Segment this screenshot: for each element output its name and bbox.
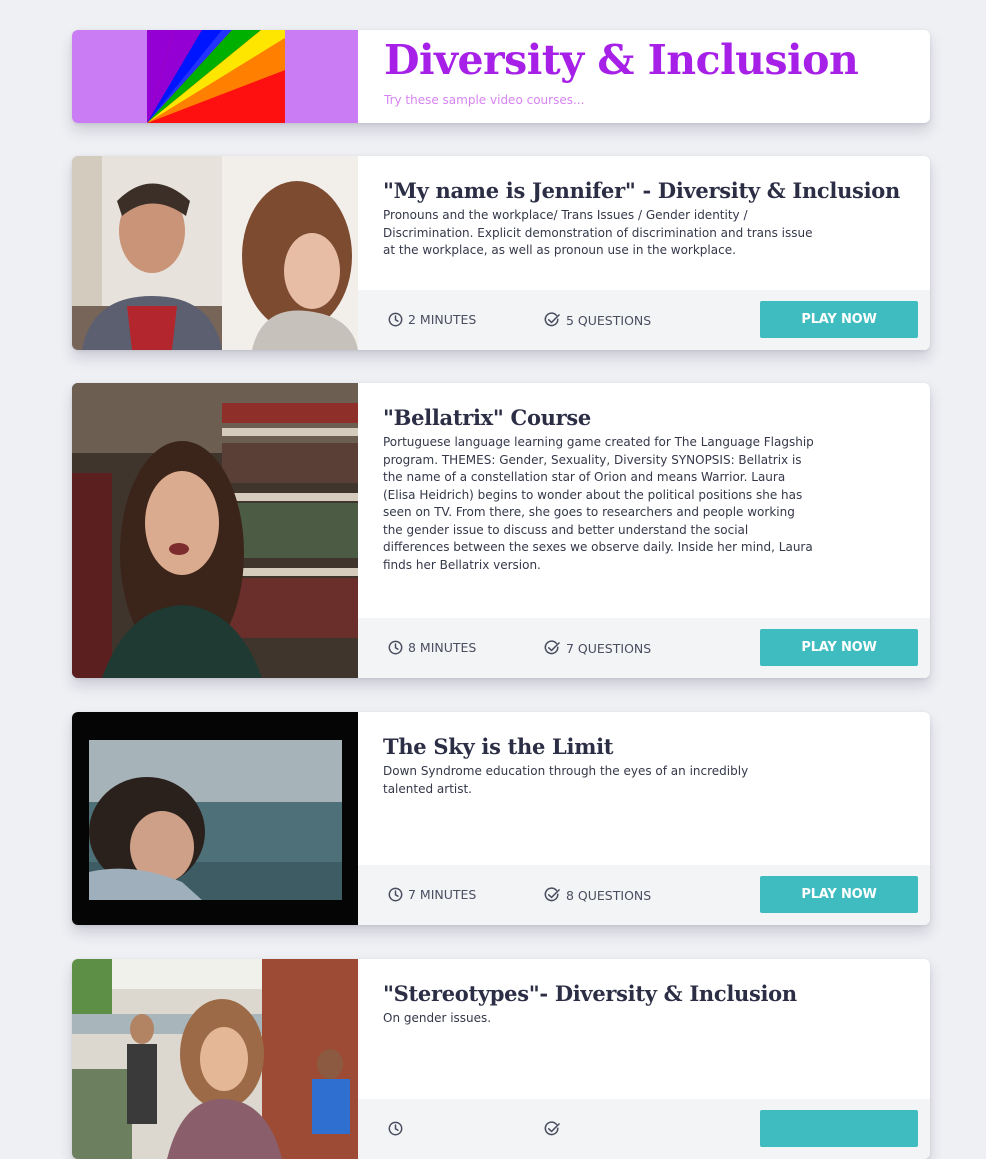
check-circle-icon xyxy=(544,1121,560,1136)
course-title: "Stereotypes"- Diversity & Inclusion xyxy=(383,981,797,1006)
course-description: Portuguese language learning game create… xyxy=(383,435,814,572)
course-description: Pronouns and the workplace/ Trans Issues… xyxy=(383,208,813,257)
course-description: Down Syndrome education through the eyes… xyxy=(383,764,749,796)
play-now-button[interactable]: PLAY NOW xyxy=(760,629,918,666)
course-card: The Sky is the Limit Down Syndrome educa… xyxy=(72,712,930,925)
play-now-button[interactable]: PLAY NOW xyxy=(760,301,918,338)
course-title: The Sky is the Limit xyxy=(383,734,614,759)
rainbow-logo-icon xyxy=(147,30,285,123)
question-label: 5 QUESTIONS xyxy=(566,312,652,328)
header-card: Diversity & Inclusion Try these sample v… xyxy=(72,30,930,123)
duration: 8 MINUTES xyxy=(388,640,476,655)
course-thumbnail[interactable] xyxy=(72,959,358,1159)
duration: 2 MINUTES xyxy=(388,312,476,327)
course-footer xyxy=(358,1099,930,1159)
course-footer: 2 MINUTES 5 QUESTIONS PLAY NOW xyxy=(358,290,930,350)
duration-label: 8 MINUTES xyxy=(408,640,477,655)
question-count: 7 QUESTIONS xyxy=(544,640,651,656)
check-circle-icon xyxy=(544,312,560,327)
duration-label: 2 MINUTES xyxy=(408,312,477,327)
course-thumbnail[interactable] xyxy=(72,712,358,925)
course-footer: 7 MINUTES 8 QUESTIONS PLAY NOW xyxy=(358,865,930,925)
course-title: "Bellatrix" Course xyxy=(383,405,591,430)
clock-icon xyxy=(388,312,403,327)
play-now-button[interactable] xyxy=(760,1110,918,1147)
course-thumbnail[interactable] xyxy=(72,156,358,350)
course-thumbnail[interactable] xyxy=(72,383,358,678)
schoolyard-image xyxy=(72,959,358,1159)
question-count: 8 QUESTIONS xyxy=(544,887,651,903)
play-now-button[interactable]: PLAY NOW xyxy=(760,876,918,913)
duration-label: 7 MINUTES xyxy=(408,887,477,902)
course-footer: 8 MINUTES 7 QUESTIONS PLAY NOW xyxy=(358,618,930,678)
course-card: "My name is Jennifer" - Diversity & Incl… xyxy=(72,156,930,350)
page-title: Diversity & Inclusion xyxy=(384,36,859,84)
course-description: On gender issues. xyxy=(383,1011,492,1025)
course-title: "My name is Jennifer" - Diversity & Incl… xyxy=(383,178,900,203)
question-label: 7 QUESTIONS xyxy=(566,640,652,656)
duration xyxy=(388,1121,408,1136)
clock-icon xyxy=(388,887,403,902)
rainbow-banner xyxy=(72,30,358,123)
clock-icon xyxy=(388,640,403,655)
course-card: "Bellatrix" Course Portuguese language l… xyxy=(72,383,930,678)
clock-icon xyxy=(388,1121,403,1136)
course-card: "Stereotypes"- Diversity & Inclusion On … xyxy=(72,959,930,1159)
question-label: 8 QUESTIONS xyxy=(566,887,652,903)
library-interview-image xyxy=(72,383,358,678)
question-count: 5 QUESTIONS xyxy=(544,312,651,328)
question-count xyxy=(544,1121,566,1137)
duration: 7 MINUTES xyxy=(388,887,476,902)
check-circle-icon xyxy=(544,887,560,902)
check-circle-icon xyxy=(544,640,560,655)
page-subtitle: Try these sample video courses... xyxy=(384,93,585,107)
office-conversation-image xyxy=(72,156,358,350)
seaside-portrait-image xyxy=(72,712,358,925)
